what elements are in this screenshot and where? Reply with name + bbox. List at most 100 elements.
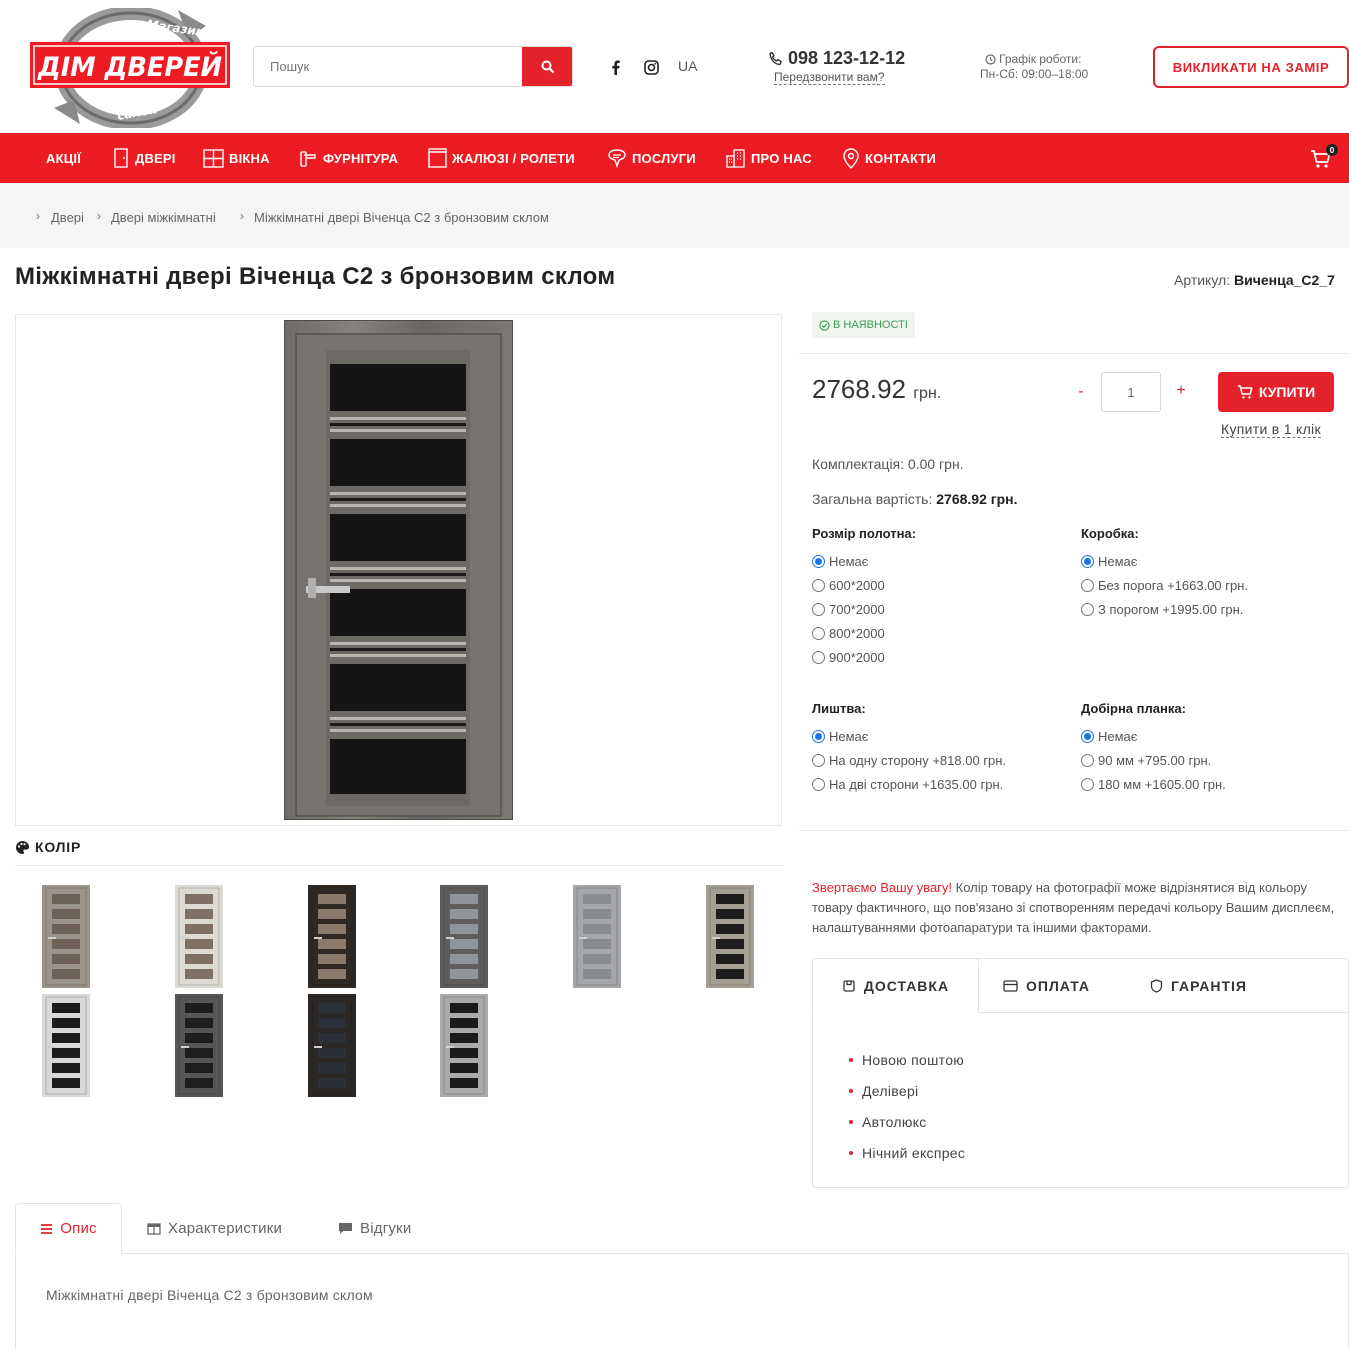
list-icon xyxy=(41,1223,53,1234)
bullet-icon xyxy=(849,1150,853,1155)
color-swatch[interactable] xyxy=(308,994,356,1097)
option-label: Немає xyxy=(829,729,869,744)
facebook-icon[interactable] xyxy=(605,57,625,77)
size-option-1[interactable]: 600*2000 xyxy=(812,578,885,593)
kit-price-label: Комплектація: xyxy=(812,456,905,472)
list-item: Нічний експрес xyxy=(849,1137,965,1168)
nav-item-blinds[interactable]: ЖАЛЮЗІ / РОЛЕТИ xyxy=(428,133,575,183)
radio-button[interactable] xyxy=(812,603,825,616)
size-option-4[interactable]: 900*2000 xyxy=(812,650,885,665)
size-option-0[interactable]: Немає xyxy=(812,554,868,569)
cart-button[interactable]: 0 xyxy=(1310,144,1338,171)
tab-payment[interactable]: ОПЛАТА xyxy=(1003,958,1090,1013)
color-swatch[interactable] xyxy=(573,885,621,988)
option-label: Немає xyxy=(829,554,869,569)
nav-item-label: ЖАЛЮЗІ / РОЛЕТИ xyxy=(452,150,575,166)
blinds-icon xyxy=(428,148,447,168)
nav-item-hardware[interactable]: ФУРНІТУРА xyxy=(299,133,398,183)
radio-button[interactable] xyxy=(1081,603,1094,616)
breadcrumb-item-current: Міжкімнатні двері Віченца С2 з бронзовим… xyxy=(254,210,549,225)
color-swatch[interactable] xyxy=(175,885,223,988)
radio-button[interactable] xyxy=(812,754,825,767)
radio-button[interactable] xyxy=(1081,754,1094,767)
option-label: 800*2000 xyxy=(829,626,885,641)
radio-button[interactable] xyxy=(812,555,825,568)
extension-option-2[interactable]: 180 мм +1605.00 грн. xyxy=(1081,777,1226,792)
product-image[interactable] xyxy=(284,320,513,820)
tab-reviews[interactable]: Відгуки xyxy=(338,1203,411,1254)
radio-button[interactable] xyxy=(1081,730,1094,743)
search-button[interactable] xyxy=(522,47,572,86)
breadcrumb-item-doors[interactable]: Двері xyxy=(51,210,84,225)
product-description: Міжкімнатні двері Віченца С2 з бронзовим… xyxy=(46,1287,373,1303)
phone-number[interactable]: 098 123-12-12 xyxy=(768,48,905,69)
nav-item-doors[interactable]: ДВЕРІ xyxy=(112,133,176,183)
store-logo[interactable]: Магазин салон ДІМ ДВЕРЕЙ xyxy=(28,8,232,128)
comment-icon xyxy=(339,1223,352,1234)
color-swatch[interactable] xyxy=(440,885,488,988)
tab-label: Відгуки xyxy=(360,1220,412,1237)
tab-delivery[interactable]: ДОСТАВКА xyxy=(812,958,979,1013)
radio-button[interactable] xyxy=(812,730,825,743)
shield-icon xyxy=(1150,978,1163,993)
instagram-icon[interactable] xyxy=(641,57,661,77)
trim-option-2[interactable]: На дві сторони +1635.00 грн. xyxy=(812,777,1003,792)
option-label: Без порога +1663.00 грн. xyxy=(1098,578,1249,593)
nav-item-label: ВІКНА xyxy=(229,150,270,166)
nav-item-label: АКЦІЇ xyxy=(46,150,82,166)
quantity-increase-button[interactable]: + xyxy=(1174,382,1188,400)
box-option-0[interactable]: Немає xyxy=(1081,554,1137,569)
box-option-title: Коробка: xyxy=(1081,526,1139,541)
radio-button[interactable] xyxy=(1081,579,1094,592)
radio-button[interactable] xyxy=(1081,555,1094,568)
nav-item-label: ПОСЛУГИ xyxy=(632,150,696,166)
stock-text: В НАЯВНОСТІ xyxy=(833,319,908,331)
radio-button[interactable] xyxy=(812,778,825,791)
color-notice: Звертаємо Вашу увагу! Колір товару на фо… xyxy=(812,878,1342,938)
radio-button[interactable] xyxy=(812,627,825,640)
chevron-right-icon: › xyxy=(240,209,244,223)
color-swatch[interactable] xyxy=(706,885,754,988)
size-option-3[interactable]: 800*2000 xyxy=(812,626,885,641)
delivery-method: Автолюкс xyxy=(862,1113,927,1130)
nav-item-contacts[interactable]: КОНТАКТИ xyxy=(842,133,936,183)
delivery-method: Нічний експрес xyxy=(862,1144,966,1161)
box-option-1[interactable]: Без порога +1663.00 грн. xyxy=(1081,578,1248,593)
credit-card-icon xyxy=(1003,979,1018,992)
tab-label: ГАРАНТІЯ xyxy=(1171,977,1247,994)
color-swatch[interactable] xyxy=(42,994,90,1097)
option-label: 700*2000 xyxy=(829,602,885,617)
buy-button[interactable]: КУПИТИ xyxy=(1218,372,1334,412)
tab-warranty[interactable]: ГАРАНТІЯ xyxy=(1150,958,1247,1013)
callback-link[interactable]: Передзвонити вам? xyxy=(774,70,885,85)
size-option-title: Розмір полотна: xyxy=(812,526,916,541)
trim-option-1[interactable]: На одну сторону +818.00 грн. xyxy=(812,753,1006,768)
nav-item-windows[interactable]: ВІКНА xyxy=(203,133,270,183)
color-swatch[interactable] xyxy=(308,885,356,988)
color-swatch[interactable] xyxy=(175,994,223,1097)
trim-option-0[interactable]: Немає xyxy=(812,729,868,744)
nav-item-services[interactable]: ПОСЛУГИ xyxy=(607,133,696,183)
size-option-2[interactable]: 700*2000 xyxy=(812,602,885,617)
quantity-decrease-button[interactable]: - xyxy=(1074,383,1088,401)
nav-item-sales[interactable]: АКЦІЇ xyxy=(46,133,81,183)
tab-description[interactable]: Опис xyxy=(15,1203,122,1254)
breadcrumb-item-interior-doors[interactable]: Двері міжкімнатні xyxy=(111,210,216,225)
color-swatch[interactable] xyxy=(42,885,90,988)
tab-characteristics[interactable]: Характеристики xyxy=(147,1203,282,1254)
color-swatch[interactable] xyxy=(440,994,488,1097)
extension-option-1[interactable]: 90 мм +795.00 грн. xyxy=(1081,753,1211,768)
extension-option-0[interactable]: Немає xyxy=(1081,729,1137,744)
one-click-buy-link[interactable]: Купити в 1 клік xyxy=(1221,421,1321,438)
quantity-input[interactable] xyxy=(1101,372,1161,412)
box-option-2[interactable]: З порогом +1995.00 грн. xyxy=(1081,602,1243,617)
nav-item-about[interactable]: ПРО НАС xyxy=(725,133,812,183)
request-measurement-button[interactable]: ВИКЛИКАТИ НА ЗАМІР xyxy=(1153,46,1349,88)
sku-value: Виченца_С2_7 xyxy=(1233,272,1335,288)
language-switch[interactable]: UA xyxy=(678,58,697,74)
radio-button[interactable] xyxy=(812,579,825,592)
phone-icon xyxy=(769,51,782,65)
search-input[interactable] xyxy=(254,47,522,86)
radio-button[interactable] xyxy=(1081,778,1094,791)
radio-button[interactable] xyxy=(812,651,825,664)
